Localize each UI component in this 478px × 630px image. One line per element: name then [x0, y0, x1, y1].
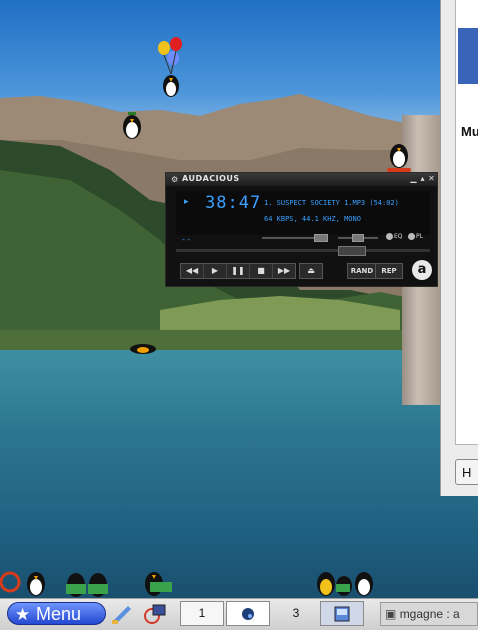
player-window-icon: [242, 608, 254, 620]
close-icon[interactable]: ✕: [427, 174, 436, 184]
workspace-3[interactable]: 3: [274, 601, 318, 626]
player-titlebar[interactable]: ⚙ AUDACIOUS ▁ ▴ ✕: [166, 173, 437, 186]
eq-label: EQ: [394, 233, 403, 240]
previous-icon[interactable]: ◀◀: [181, 264, 204, 278]
task-terminal[interactable]: ▣ mgagne : a: [380, 602, 478, 626]
background-window: Mu H: [440, 0, 478, 496]
reading-penguin-icon: [145, 572, 172, 596]
menu-label: Menu: [36, 604, 82, 624]
star-icon: ★: [15, 605, 31, 624]
track-info: 64 KBPS, 44.1 KHZ, MONO: [264, 215, 361, 223]
next-icon[interactable]: ▶▶: [273, 264, 295, 278]
penguin-group-right-icon: [317, 572, 373, 596]
volume-slider[interactable]: [314, 234, 328, 242]
taskbar: ★ Menu 1 3 ▣ mgagne : a: [0, 598, 478, 630]
player-title: AUDACIOUS: [182, 174, 240, 183]
window-thumbnail-icon: [334, 606, 350, 622]
pl-toggle[interactable]: PL: [408, 233, 423, 240]
minimize-icon[interactable]: ▁: [409, 174, 418, 184]
elapsed-time[interactable]: 38:47: [205, 193, 261, 213]
transport-controls: ◀◀ ▶ ❚❚ ■ ▶▶: [180, 263, 296, 279]
menu-button[interactable]: ★ Menu: [7, 602, 106, 625]
balloon-penguin-icon: [158, 37, 182, 97]
window-help-button[interactable]: H: [455, 459, 478, 485]
pause-icon[interactable]: ❚❚: [227, 264, 250, 278]
balance-slider[interactable]: [352, 234, 364, 242]
pl-label: PL: [416, 233, 423, 240]
workspace-1[interactable]: 1: [180, 601, 224, 626]
visualizer[interactable]: - -: [182, 235, 190, 244]
player-display: ▸ 38:47 1. SUSPECT SOCIETY 1.MP3 (54:02)…: [176, 191, 430, 235]
flying-penguin-icon: [130, 344, 156, 354]
repeat-button[interactable]: REP: [375, 263, 403, 279]
shade-icon[interactable]: ▴: [418, 174, 427, 184]
play-indicator-icon: ▸: [184, 197, 189, 207]
desktop: [0, 0, 478, 598]
terminal-launcher-icon[interactable]: [143, 603, 167, 625]
terminal-icon: ▣: [385, 607, 397, 621]
play-icon[interactable]: ▶: [204, 264, 227, 278]
penguin-icon: [123, 112, 141, 139]
stop-icon[interactable]: ■: [250, 264, 273, 278]
eq-toggle[interactable]: EQ: [386, 233, 403, 240]
seek-track: [176, 249, 430, 252]
task-label: mgagne : a: [399, 607, 460, 621]
penguin-group-icon: [0, 571, 45, 596]
reading-penguins-icon: [66, 573, 108, 597]
audacious-logo[interactable]: a: [412, 260, 432, 280]
workspace-2[interactable]: [226, 601, 270, 626]
workspace-4[interactable]: [320, 601, 364, 626]
audacious-menu-icon[interactable]: ⚙: [171, 175, 178, 184]
shuffle-button[interactable]: RAND: [347, 263, 377, 279]
window-header-block: [458, 28, 478, 84]
seek-slider[interactable]: [338, 246, 366, 256]
window-text: Mu: [461, 124, 478, 139]
eject-icon[interactable]: ⏏: [299, 263, 323, 279]
paint-launcher-icon[interactable]: [110, 603, 134, 625]
track-title: 1. SUSPECT SOCIETY 1.MP3 (54:02): [264, 199, 399, 207]
skating-penguin-icon: [387, 144, 411, 172]
audacious-player: ⚙ AUDACIOUS ▁ ▴ ✕ ▸ 38:47 1. SUSPECT SOC…: [165, 172, 438, 287]
